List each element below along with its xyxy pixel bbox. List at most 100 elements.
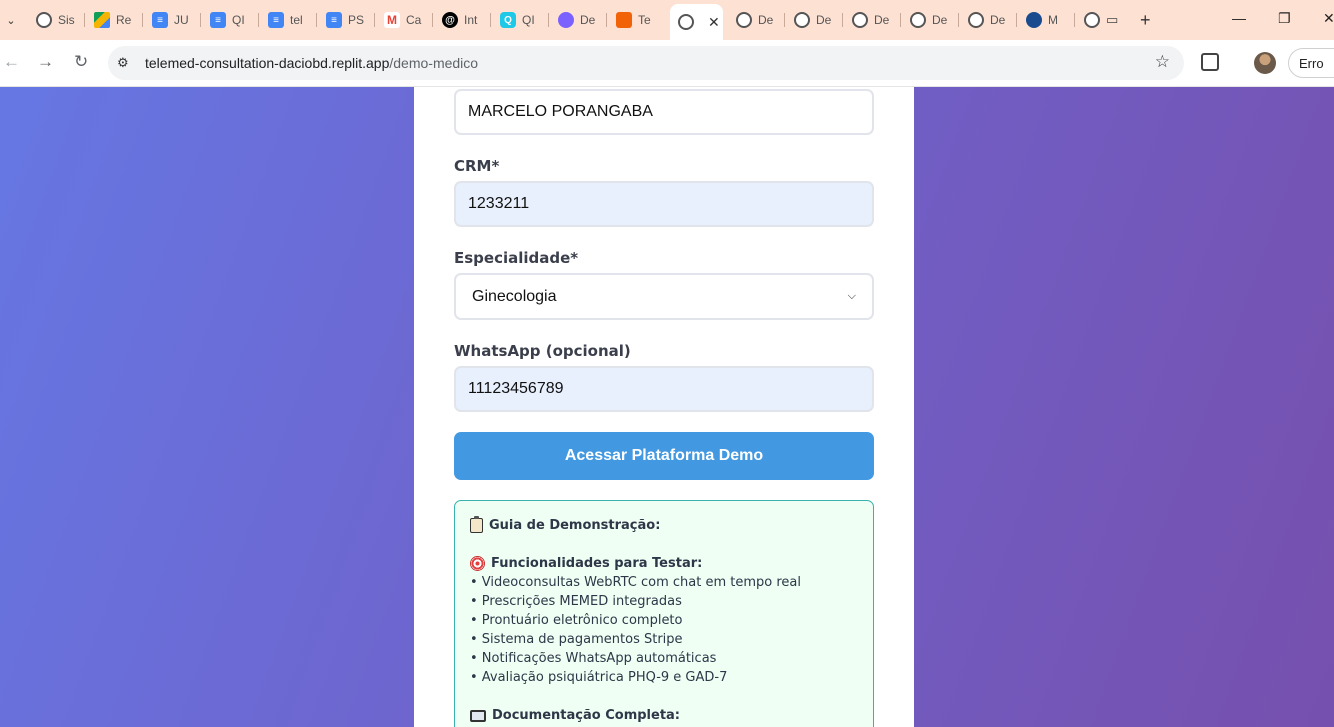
whatsapp-input[interactable]: 11123456789	[454, 366, 874, 412]
globe-icon	[1084, 12, 1100, 28]
profile-error-button[interactable]: Erro	[1288, 48, 1334, 78]
tab-15[interactable]: De	[844, 6, 901, 34]
name-input[interactable]: MARCELO PORANGABA	[454, 89, 874, 135]
tab-label: Ca	[406, 13, 422, 27]
tab-4[interactable]: ≡ QI	[202, 6, 259, 34]
chevron-down-icon: ⌵	[847, 290, 856, 302]
whatsapp-label: WhatsApp (opcional)	[454, 342, 631, 360]
tab-strip: ⌄ Sis Re ≡ JU ≡ QI ≡ tel ≡ PS M Ca @ Int…	[0, 0, 1334, 40]
url-text[interactable]: telemed-consultation-daciobd.replit.app/…	[145, 55, 478, 71]
tab-label: De	[874, 13, 890, 27]
tab-19[interactable]: ▭	[1076, 6, 1133, 34]
tab-8[interactable]: @ Int	[434, 6, 491, 34]
tab-9[interactable]: Q QI	[492, 6, 549, 34]
tab-label: PS	[348, 13, 365, 27]
globe-icon	[910, 12, 926, 28]
specialty-label: Especialidade*	[454, 249, 579, 267]
reload-icon[interactable]: ↻	[74, 52, 88, 72]
url-path: /demo-medico	[389, 55, 479, 71]
docs-icon: ≡	[210, 12, 226, 28]
address-bar[interactable]: ⚙ telemed-consultation-daciobd.replit.ap…	[108, 46, 1184, 80]
feature-item: • Avaliação psiquiátrica PHQ-9 e GAD-7	[470, 670, 728, 685]
docs-icon: ≡	[326, 12, 342, 28]
minimize-icon[interactable]: —	[1232, 10, 1246, 26]
tab-1[interactable]: Sis	[28, 6, 85, 34]
tab-16[interactable]: De	[902, 6, 959, 34]
tab-10[interactable]: De	[550, 6, 607, 34]
tab-search-chevron-icon[interactable]: ⌄	[0, 8, 22, 32]
tab-label: tel	[290, 13, 303, 27]
target-icon	[470, 556, 485, 571]
demo-guide-box: Guia de Demonstração: Funcionalidades pa…	[454, 500, 874, 727]
tab-label: De	[990, 13, 1006, 27]
drive-icon	[94, 12, 110, 28]
clipboard-icon	[470, 516, 483, 533]
name-input-value: MARCELO PORANGABA	[468, 103, 653, 120]
tab-label: Int	[464, 13, 478, 27]
tab-label: M	[1048, 13, 1058, 27]
specialty-selected-value: Ginecologia	[472, 287, 557, 305]
tab-17[interactable]: De	[960, 6, 1017, 34]
features-title-row: Funcionalidades para Testar:	[470, 554, 858, 573]
extensions-puzzle-icon[interactable]	[1201, 53, 1219, 71]
new-tab-plus-icon[interactable]: +	[1140, 10, 1151, 31]
tab-2[interactable]: Re	[86, 6, 143, 34]
site-settings-icon[interactable]: ⚙	[117, 55, 129, 71]
tab-14[interactable]: De	[786, 6, 843, 34]
tab-6[interactable]: ≡ PS	[318, 6, 375, 34]
tab-13[interactable]: De	[728, 6, 785, 34]
browser-toolbar: ← → ↻ ⚙ telemed-consultation-daciobd.rep…	[0, 40, 1334, 87]
feature-item: • Prescrições MEMED integradas	[470, 594, 682, 609]
feature-item: • Prontuário eletrônico completo	[470, 613, 683, 628]
m-icon	[1026, 12, 1042, 28]
close-window-icon[interactable]: ✕	[1323, 10, 1334, 27]
tab-label: De	[932, 13, 948, 27]
feature-item: • Notificações WhatsApp automáticas	[470, 651, 717, 666]
tab-label: QI	[522, 13, 535, 27]
tab-7[interactable]: M Ca	[376, 6, 433, 34]
guide-title-row: Guia de Demonstração:	[470, 516, 858, 535]
docs-title-row: Documentação Completa:	[470, 706, 858, 725]
forward-arrow-icon[interactable]: →	[37, 52, 54, 72]
globe-icon	[736, 12, 752, 28]
tab-label: QI	[232, 13, 245, 27]
url-host: telemed-consultation-daciobd.replit.app	[145, 55, 390, 71]
tab-5[interactable]: ≡ tel	[260, 6, 317, 34]
tab-18[interactable]: M	[1018, 6, 1075, 34]
crm-input[interactable]: 1233211	[454, 181, 874, 227]
restore-icon[interactable]: ❐	[1278, 10, 1291, 27]
tab-label: JU	[174, 13, 189, 27]
close-tab-icon[interactable]: ✕	[708, 14, 720, 31]
replit-icon	[616, 12, 632, 28]
bookmark-star-icon[interactable]: ☆	[1155, 52, 1170, 72]
tab-label: Sis	[58, 13, 75, 27]
globe-icon	[968, 12, 984, 28]
back-arrow-icon[interactable]: ←	[3, 52, 20, 72]
globe-icon	[852, 12, 868, 28]
tab-label: Re	[116, 13, 132, 27]
chat-icon	[558, 12, 574, 28]
tab-label: Te	[638, 13, 651, 27]
gmail-icon: M	[384, 12, 400, 28]
profile-error-label: Erro	[1299, 56, 1324, 71]
tab-11[interactable]: Te	[608, 6, 665, 34]
features-title: Funcionalidades para Testar:	[491, 556, 703, 571]
globe-icon	[678, 14, 694, 30]
q-icon: Q	[500, 12, 516, 28]
access-demo-button[interactable]: Acessar Plataforma Demo	[454, 432, 874, 480]
crm-label: CRM*	[454, 157, 500, 175]
guide-title: Guia de Demonstração:	[489, 518, 661, 533]
whatsapp-input-value: 11123456789	[468, 380, 564, 397]
crm-input-value: 1233211	[468, 195, 530, 212]
profile-avatar[interactable]	[1254, 52, 1276, 74]
page-background: MARCELO PORANGABA CRM* 1233211 Especiali…	[0, 87, 1334, 727]
docs-icon: ≡	[268, 12, 284, 28]
specialty-select[interactable]: Ginecologia ⌵	[454, 273, 874, 320]
tab-active[interactable]: ✕	[670, 4, 723, 40]
feature-item: • Sistema de pagamentos Stripe	[470, 632, 683, 647]
globe-icon	[36, 12, 52, 28]
tab-label: De	[758, 13, 774, 27]
threads-icon: @	[442, 12, 458, 28]
tab-3[interactable]: ≡ JU	[144, 6, 201, 34]
tab-label: De	[816, 13, 832, 27]
